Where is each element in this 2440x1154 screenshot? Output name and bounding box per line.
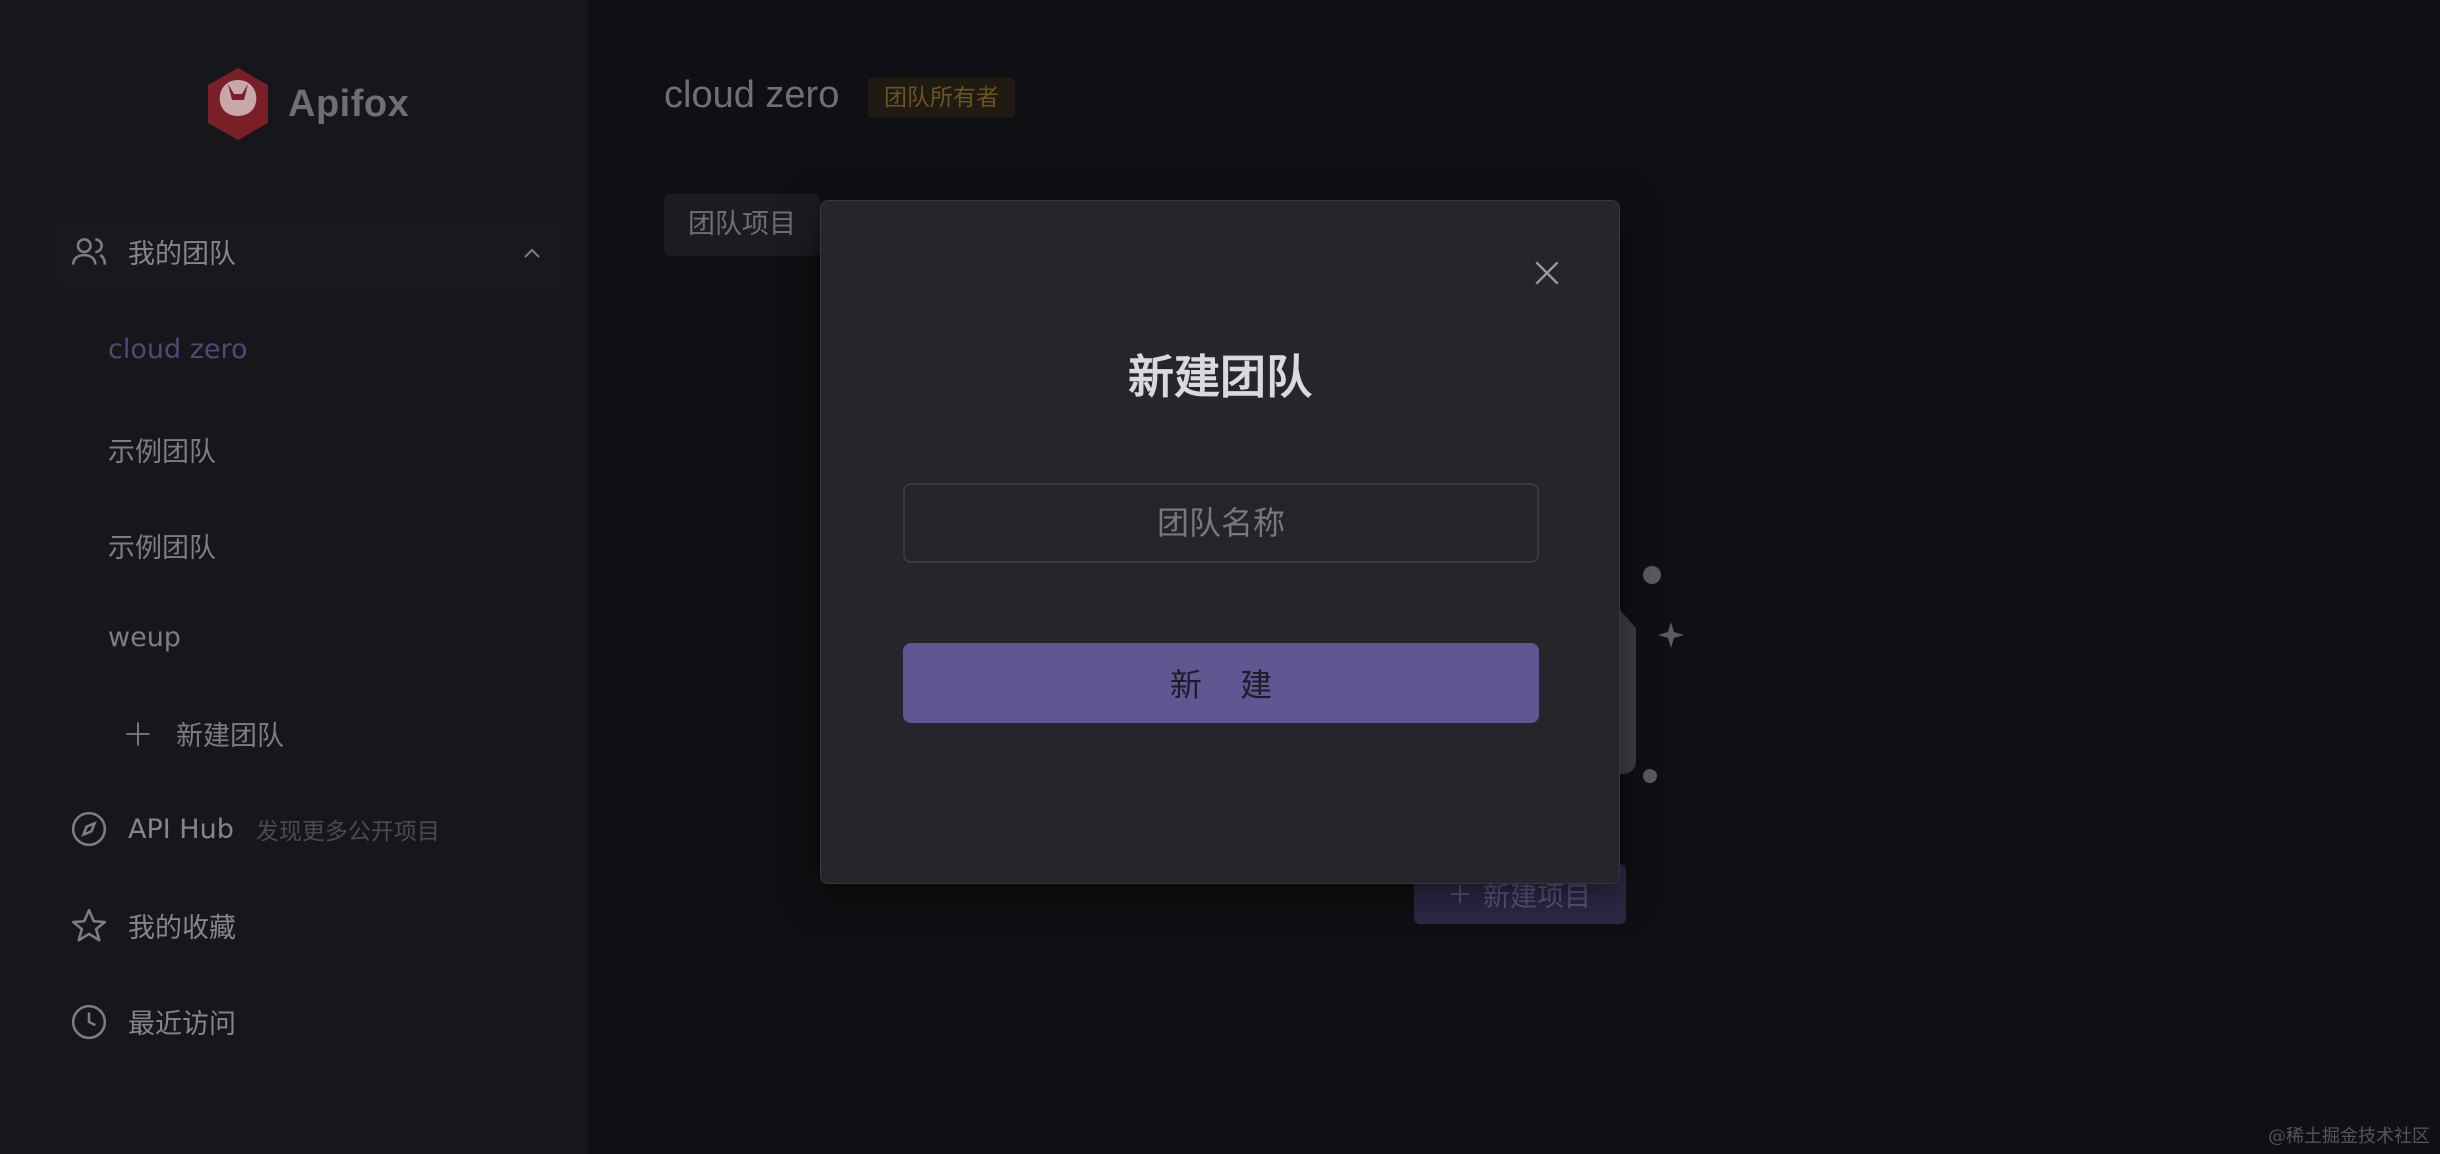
page-title: cloud zero xyxy=(664,74,840,116)
users-icon xyxy=(71,237,107,265)
apifox-logo-icon xyxy=(208,68,268,140)
api-hub-subtitle: 发现更多公开项目 xyxy=(255,819,440,845)
modal-title: 新建团队 xyxy=(1128,350,1312,404)
star-icon xyxy=(71,908,107,942)
nav-recent-label: 最近访问 xyxy=(128,1009,236,1040)
team-name-input[interactable] xyxy=(903,483,1539,563)
nav-api-hub[interactable]: API Hub 发现更多公开项目 xyxy=(70,810,440,848)
nav-api-hub-label: API Hub xyxy=(128,813,234,845)
sidebar: Apifox 我的团队 cloud zero 示例团队 示例团队 weup 新建… xyxy=(0,0,588,1154)
sidebar-team-example-1[interactable]: 示例团队 xyxy=(108,430,216,469)
plus-icon xyxy=(1450,884,1470,904)
nav-my-teams[interactable]: 我的团队 xyxy=(70,232,236,271)
app: Apifox 我的团队 cloud zero 示例团队 示例团队 weup 新建… xyxy=(0,0,2440,1154)
new-team-modal: 新建团队 新 建 xyxy=(820,200,1620,884)
brand-logo[interactable]: Apifox xyxy=(204,66,409,142)
close-icon[interactable] xyxy=(1531,257,1563,289)
owner-badge: 团队所有者 xyxy=(868,78,1015,118)
plus-icon xyxy=(126,721,150,746)
nav-favorites[interactable]: 我的收藏 xyxy=(70,906,236,945)
sidebar-team-example-2[interactable]: 示例团队 xyxy=(108,526,216,565)
new-team-label: 新建团队 xyxy=(176,721,284,752)
brand-name: Apifox xyxy=(288,82,410,125)
nav-favorites-label: 我的收藏 xyxy=(128,913,236,944)
watermark: @稀土掘金技术社区 xyxy=(2268,1126,2430,1147)
nav-my-teams-label: 我的团队 xyxy=(128,239,236,270)
clock-icon xyxy=(71,1004,107,1039)
compass-icon xyxy=(71,811,107,847)
tab-team-projects[interactable]: 团队项目 xyxy=(664,194,820,256)
create-team-button[interactable]: 新 建 xyxy=(903,643,1539,723)
sidebar-team-weup[interactable]: weup xyxy=(108,622,181,653)
new-team-button[interactable]: 新建团队 xyxy=(124,714,284,753)
sidebar-team-cloud-zero[interactable]: cloud zero xyxy=(108,334,248,365)
nav-recent[interactable]: 最近访问 xyxy=(70,1002,236,1041)
chevron-up-icon[interactable] xyxy=(520,242,544,266)
